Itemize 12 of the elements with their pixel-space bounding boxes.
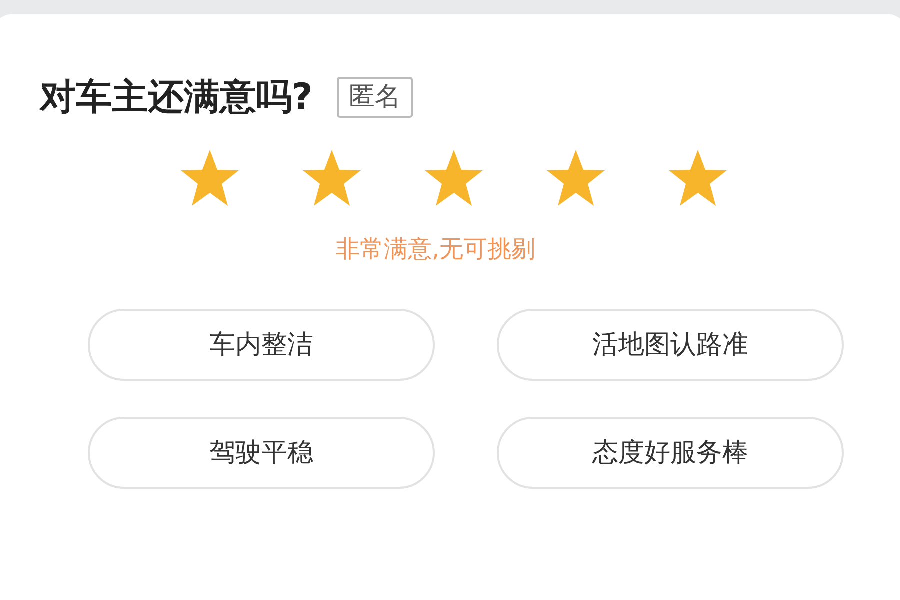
star-icon[interactable] — [424, 149, 484, 208]
rating-caption: 非常满意,无可挑剔 — [336, 234, 537, 266]
tag-option[interactable]: 车内整洁 — [88, 309, 435, 382]
anonymous-button[interactable]: 匿名 — [336, 76, 413, 118]
star-icon[interactable] — [546, 149, 606, 208]
star-icon[interactable] — [668, 149, 728, 208]
tag-option[interactable]: 活地图认路准 — [497, 309, 844, 382]
tag-option[interactable]: 态度好服务棒 — [497, 417, 844, 490]
star-icon[interactable] — [180, 149, 240, 208]
question-title: 对车主还满意吗? — [40, 76, 313, 120]
tag-option[interactable]: 驾驶平稳 — [88, 417, 435, 490]
star-icon[interactable] — [302, 149, 362, 208]
